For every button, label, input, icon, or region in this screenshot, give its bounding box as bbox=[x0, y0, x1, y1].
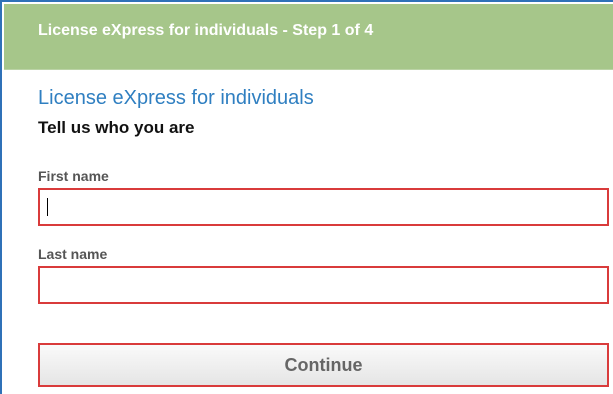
last-name-input[interactable] bbox=[40, 268, 607, 302]
wizard-header: License eXpress for individuals - Step 1… bbox=[4, 4, 613, 70]
wizard-window: License eXpress for individuals - Step 1… bbox=[0, 0, 613, 394]
text-caret bbox=[47, 198, 48, 216]
last-name-label: Last name bbox=[38, 246, 108, 262]
first-name-input[interactable] bbox=[40, 190, 607, 224]
form-subtitle: Tell us who you are bbox=[38, 118, 195, 137]
continue-button[interactable]: Continue bbox=[38, 343, 609, 387]
first-name-label: First name bbox=[38, 168, 109, 184]
last-name-field[interactable] bbox=[38, 266, 609, 304]
app-title: License eXpress for individuals bbox=[38, 87, 314, 109]
wizard-step-title: License eXpress for individuals - Step 1… bbox=[38, 22, 374, 39]
first-name-field[interactable] bbox=[38, 188, 609, 226]
